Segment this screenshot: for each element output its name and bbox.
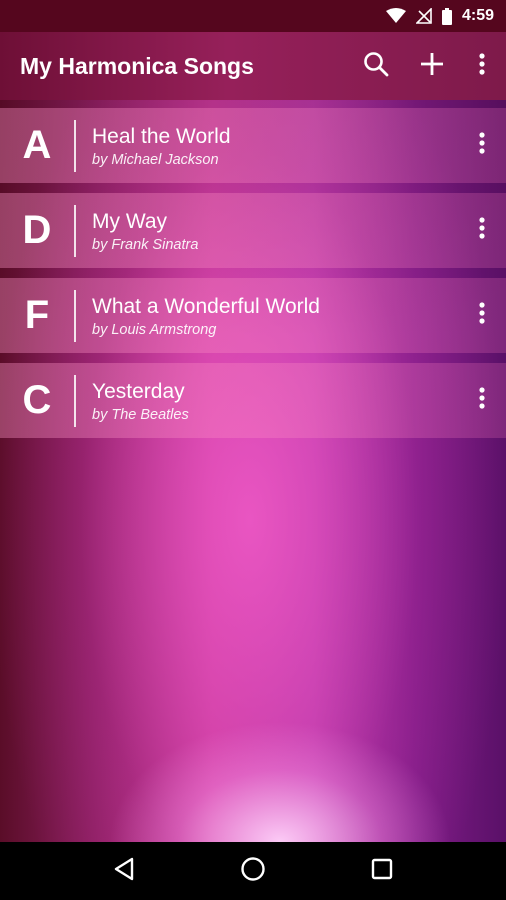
more-vert-icon [479, 217, 485, 244]
add-icon [419, 51, 445, 82]
back-button[interactable] [94, 847, 154, 895]
status-bar: 4:59 [0, 0, 506, 32]
song-row[interactable]: F What a Wonderful World by Louis Armstr… [0, 278, 506, 353]
song-menu-button[interactable] [462, 377, 502, 425]
app-bar: My Harmonica Songs [0, 32, 506, 100]
home-button[interactable] [223, 847, 283, 895]
song-key: F [24, 293, 50, 337]
overflow-menu-button[interactable] [464, 42, 500, 90]
home-icon [240, 856, 266, 887]
song-artist: by Michael Jackson [92, 151, 219, 168]
more-vert-icon [479, 52, 485, 80]
song-row[interactable]: C Yesterday by The Beatles [0, 363, 506, 438]
song-artist: by Frank Sinatra [92, 236, 199, 253]
search-button[interactable] [352, 42, 400, 90]
more-vert-icon [479, 302, 485, 329]
no-signal-icon [415, 8, 432, 24]
navigation-bar [0, 842, 506, 900]
search-icon [363, 51, 389, 82]
song-divider [74, 289, 76, 342]
add-song-button[interactable] [408, 42, 456, 90]
song-title: Heal the World [92, 124, 231, 148]
app-title: My Harmonica Songs [20, 52, 254, 79]
song-artist: by Louis Armstrong [92, 321, 217, 338]
song-list: A Heal the World by Michael Jackson D My… [0, 108, 506, 448]
song-menu-button[interactable] [462, 122, 502, 170]
song-key: C [22, 378, 52, 422]
back-icon [113, 857, 135, 886]
song-title: What a Wonderful World [92, 294, 320, 318]
song-title: Yesterday [92, 379, 185, 403]
status-time: 4:59 [461, 7, 494, 24]
song-key: A [22, 123, 52, 167]
song-row[interactable]: A Heal the World by Michael Jackson [0, 108, 506, 183]
wifi-icon [385, 8, 406, 24]
song-menu-button[interactable] [462, 207, 502, 255]
song-divider [74, 204, 76, 257]
recents-button[interactable] [352, 847, 412, 895]
song-title: My Way [92, 209, 168, 233]
battery-icon [441, 7, 452, 25]
song-row[interactable]: D My Way by Frank Sinatra [0, 193, 506, 268]
more-vert-icon [479, 132, 485, 159]
recents-icon [371, 858, 393, 885]
song-key: D [22, 208, 52, 252]
song-artist: by The Beatles [92, 406, 189, 423]
song-divider [74, 119, 76, 172]
song-divider [74, 374, 76, 427]
song-menu-button[interactable] [462, 292, 502, 340]
more-vert-icon [479, 387, 485, 414]
